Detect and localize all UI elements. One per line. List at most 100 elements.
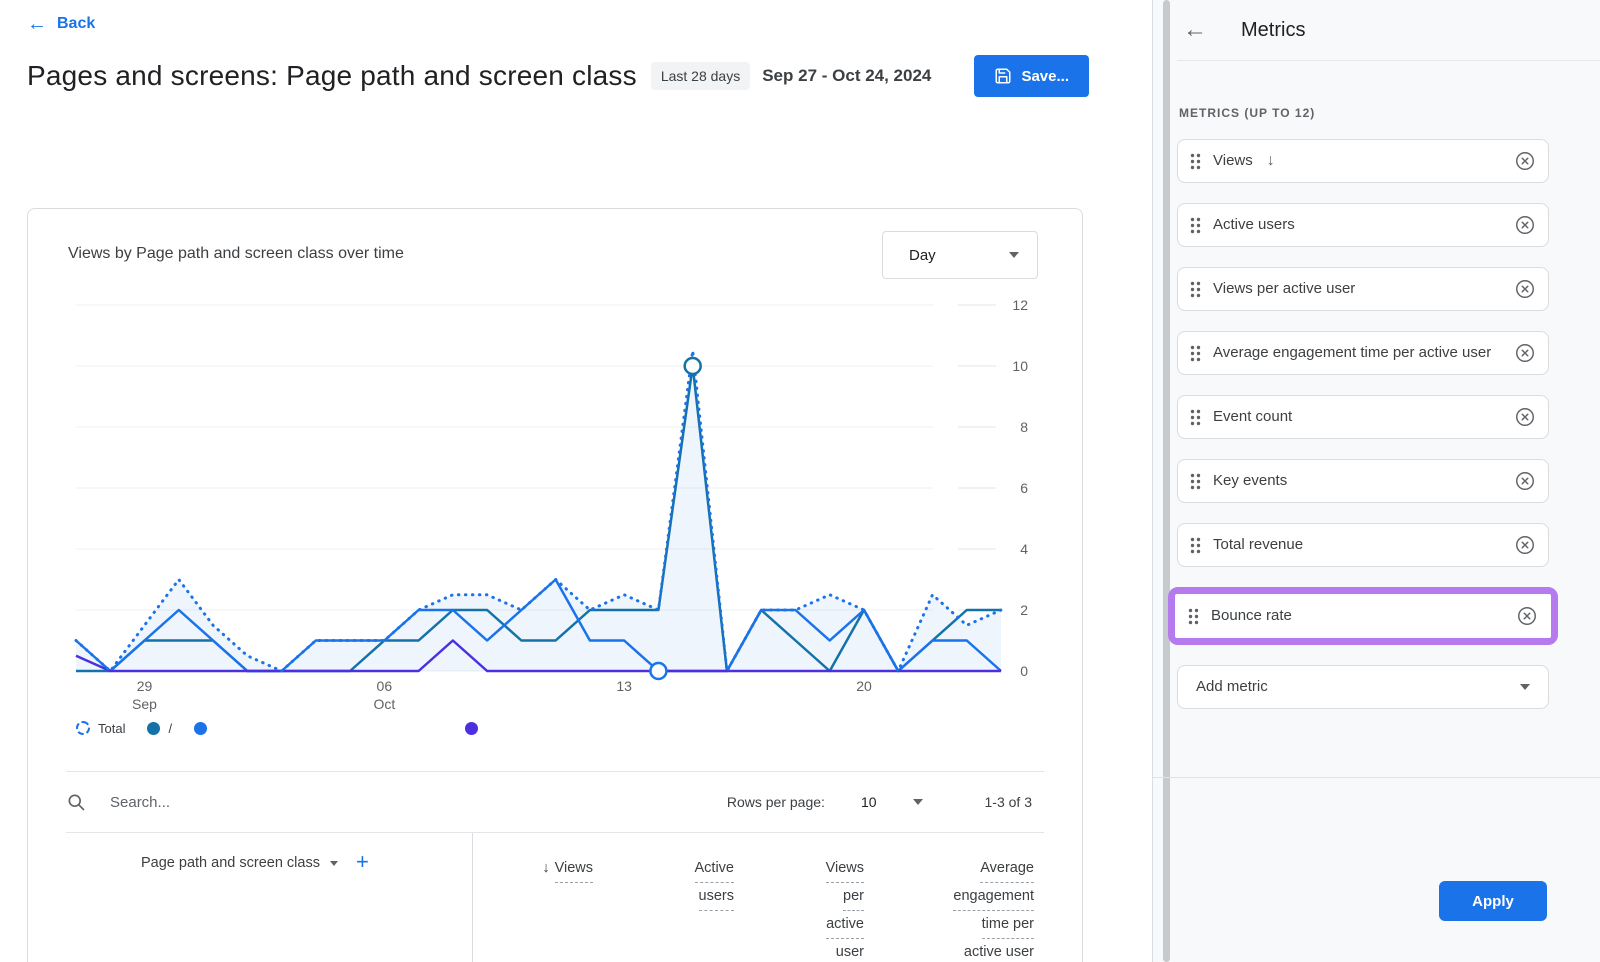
rows-per-page-label: Rows per page: <box>727 794 825 810</box>
total-dotted-line <box>76 351 1001 671</box>
remove-metric-icon[interactable] <box>1514 278 1536 300</box>
column-header-line: user <box>836 939 864 962</box>
legend-item-series-0[interactable]: / <box>147 721 172 736</box>
metric-chip-label: Key events <box>1213 471 1287 491</box>
metric-chip-total-revenue[interactable]: Total revenue <box>1177 523 1549 567</box>
total-dotted-swatch-icon <box>76 721 90 735</box>
add-metric-label: Add metric <box>1196 677 1268 697</box>
drag-handle-icon <box>1190 217 1201 234</box>
divider <box>1177 60 1600 61</box>
remove-metric-icon[interactable] <box>1514 150 1536 172</box>
y-axis-label: 2 <box>1020 602 1028 618</box>
drag-handle-icon <box>1190 409 1201 426</box>
metric-chip-average-engagement-time-per-active-user[interactable]: Average engagement time per active user <box>1177 331 1549 375</box>
total-area-fill <box>76 351 1001 671</box>
table-header-row: Page path and screen class + ↓ViewsActiv… <box>29 833 1081 962</box>
column-header-line: users <box>699 883 734 911</box>
metrics-list: Views ↓ Active users Views per active user A… <box>1177 139 1549 709</box>
column-header-line: per <box>843 883 864 911</box>
legend-dot-icon <box>465 722 478 735</box>
x-axis-label: 13 <box>616 678 632 694</box>
remove-metric-icon[interactable] <box>1514 342 1536 364</box>
metric-chip-label: Views <box>1213 151 1253 171</box>
legend-dot-icon <box>194 722 207 735</box>
date-range: Sep 27 - Oct 24, 2024 <box>762 66 931 86</box>
drag-handle-icon <box>1190 473 1201 490</box>
add-dimension-button[interactable]: + <box>356 851 369 873</box>
y-axis-label: 4 <box>1020 541 1028 557</box>
remove-metric-icon[interactable] <box>1514 214 1536 236</box>
rows-per-page-chevron-icon[interactable] <box>913 799 923 805</box>
dimension-header-cell: Page path and screen class + <box>29 833 473 962</box>
metric-chip-key-events[interactable]: Key events <box>1177 459 1549 503</box>
metric-chip-label: Bounce rate <box>1211 606 1292 626</box>
metric-column-header[interactable]: Averageengagementtime peractive user <box>864 855 1034 962</box>
search-icon[interactable] <box>66 792 86 812</box>
column-header-line: Active <box>695 855 735 883</box>
remove-metric-icon[interactable] <box>1514 534 1536 556</box>
x-axis-label: 20 <box>856 678 872 694</box>
y-axis-label: 6 <box>1020 480 1028 496</box>
sort-arrow-icon: ↓ <box>1267 152 1275 170</box>
legend-item-series-2[interactable] <box>465 722 486 735</box>
metrics-panel: ← Metrics METRICS (UP TO 12) Views ↓ Activ… <box>1152 0 1600 962</box>
data-point-marker[interactable] <box>650 663 666 679</box>
remove-metric-icon[interactable] <box>1514 470 1536 492</box>
metric-chip-bounce-rate[interactable]: Bounce rate <box>1175 594 1551 638</box>
drag-handle-icon <box>1188 608 1199 625</box>
save-button[interactable]: Save... <box>974 55 1089 97</box>
report-card: Views by Page path and screen class over… <box>27 208 1083 962</box>
chart-title: Views by Page path and screen class over… <box>68 245 404 263</box>
y-axis-label: 8 <box>1020 419 1028 435</box>
drag-handle-icon <box>1190 281 1201 298</box>
y-axis-label: 0 <box>1020 663 1028 679</box>
rows-per-page-value[interactable]: 10 <box>861 794 877 810</box>
series-line-1 <box>76 580 1001 672</box>
divider <box>1153 777 1600 778</box>
metric-chip-label: Active users <box>1213 215 1295 235</box>
search-input[interactable]: Search... <box>110 794 170 811</box>
metric-chip-views[interactable]: Views ↓ <box>1177 139 1549 183</box>
granularity-value: Day <box>909 247 936 264</box>
apply-button[interactable]: Apply <box>1439 881 1547 921</box>
metric-chip-views-per-active-user[interactable]: Views per active user <box>1177 267 1549 311</box>
remove-metric-icon[interactable] <box>1516 605 1538 627</box>
metric-chip-event-count[interactable]: Event count <box>1177 395 1549 439</box>
legend-dot-icon <box>147 722 160 735</box>
chevron-down-icon <box>1009 252 1019 258</box>
metric-column-header[interactable]: Viewsperactiveuser <box>734 855 864 962</box>
legend-item-series-1[interactable] <box>194 722 215 735</box>
metric-chip-label: Event count <box>1213 407 1292 427</box>
legend-total-label: Total <box>98 721 125 736</box>
panel-back-arrow-icon[interactable]: ← <box>1183 18 1207 42</box>
metric-chip-label: Views per active user <box>1213 279 1355 299</box>
highlight-box: Bounce rate <box>1168 587 1558 645</box>
y-axis-label: 12 <box>1012 297 1028 313</box>
dimension-header-label[interactable]: Page path and screen class <box>141 855 320 871</box>
column-header-line: active <box>826 911 864 939</box>
add-metric-dropdown[interactable]: Add metric <box>1177 665 1549 709</box>
metric-chip-label: Average engagement time per active user <box>1213 343 1491 363</box>
data-point-marker[interactable] <box>685 358 701 374</box>
report-header: Pages and screens: Page path and screen … <box>27 55 1125 97</box>
column-header-line: Views <box>555 855 593 883</box>
granularity-select[interactable]: Day <box>882 231 1038 279</box>
metric-column-header[interactable]: Activeusers <box>593 855 734 962</box>
back-arrow-icon: ← <box>27 14 47 34</box>
column-header-line: active user <box>964 939 1034 962</box>
x-axis-label: Sep <box>132 696 157 712</box>
panel-header: ← Metrics <box>1183 0 1600 60</box>
drag-handle-icon <box>1190 537 1201 554</box>
series-line-0 <box>76 366 1001 671</box>
metrics-section-label: METRICS (UP TO 12) <box>1179 106 1315 120</box>
remove-metric-icon[interactable] <box>1514 406 1536 428</box>
legend-item-total[interactable]: Total <box>76 721 125 736</box>
page-title: Pages and screens: Page path and screen … <box>27 60 637 92</box>
dimension-chevron-icon[interactable] <box>330 861 338 866</box>
back-link[interactable]: ← Back <box>27 14 95 34</box>
panel-title: Metrics <box>1241 19 1305 42</box>
metric-column-header[interactable]: ↓Views <box>473 855 593 962</box>
metric-chip-label: Total revenue <box>1213 535 1303 555</box>
panel-scrollbar[interactable] <box>1163 0 1170 962</box>
metric-chip-active-users[interactable]: Active users <box>1177 203 1549 247</box>
